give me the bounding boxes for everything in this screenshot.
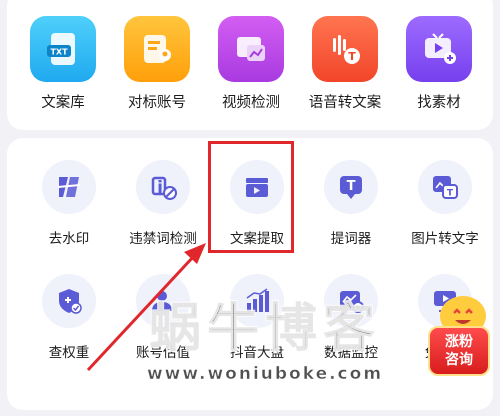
consult-badge-line2: 咨询 xyxy=(445,352,473,368)
consult-badge[interactable]: 涨粉 咨询 xyxy=(422,296,496,380)
consult-badge-line1: 涨粉 xyxy=(445,334,473,350)
consult-badge-box: 涨粉 咨询 xyxy=(428,326,490,376)
